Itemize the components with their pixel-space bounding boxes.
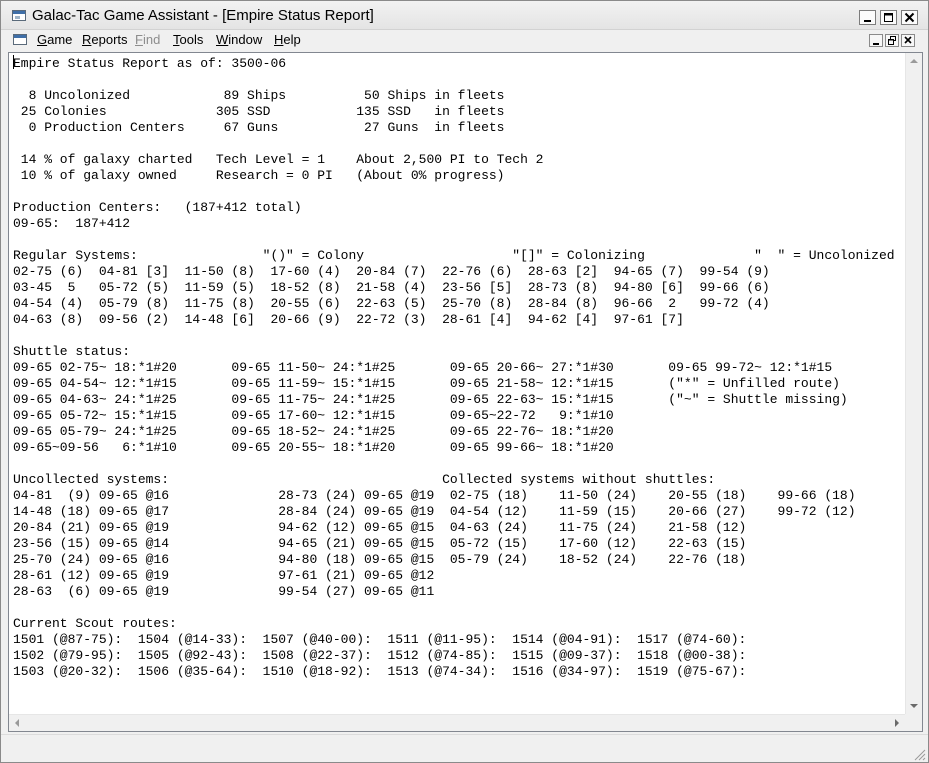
status-bar: [1, 734, 928, 762]
menu-reports[interactable]: Reports: [82, 32, 128, 47]
document-minimize-button[interactable]: [869, 34, 883, 47]
horizontal-scrollbar[interactable]: [9, 714, 905, 731]
report-line: 28-61 (12) 09-65 @19 97-61 (21) 09-65 @1…: [13, 568, 435, 583]
report-line: 0 Production Centers 67 Guns 27 Guns in …: [28, 120, 505, 135]
app-window: Galac-Tac Game Assistant - [Empire Statu…: [0, 0, 929, 763]
vertical-scrollbar[interactable]: [905, 53, 922, 714]
maximize-icon: [884, 13, 893, 22]
report-line: 04-81 (9) 09-65 @16 28-73 (24) 09-65 @19…: [13, 488, 856, 503]
report-line: 1501 (@87-75): 1504 (@14-33): 1507 (@40-…: [13, 632, 747, 647]
report-line: 25 Colonies 305 SSD 135 SSD in fleets: [20, 104, 505, 119]
restore-icon: [888, 36, 896, 45]
close-icon: [904, 36, 912, 44]
report-line: 8 Uncolonized 89 Ships 50 Ships in fleet…: [28, 88, 505, 103]
report-line: 04-54 (4) 05-79 (8) 11-75 (8) 20-55 (6) …: [13, 296, 770, 311]
arrow-up-icon[interactable]: [906, 53, 922, 69]
arrow-left-icon[interactable]: [9, 715, 25, 731]
document-window-icon[interactable]: [13, 34, 27, 45]
menu-help[interactable]: Help: [274, 32, 301, 47]
report-line: 09-65 04-63~ 24:*1#25 09-65 11-75~ 24:*1…: [13, 392, 848, 407]
close-button[interactable]: [901, 10, 918, 25]
minimize-icon: [864, 20, 871, 22]
scrollbar-corner: [905, 714, 922, 731]
document-restore-button[interactable]: [885, 34, 899, 47]
report-line: 09-65 05-72~ 15:*1#15 09-65 17-60~ 12:*1…: [13, 408, 614, 423]
title-bar[interactable]: Galac-Tac Game Assistant - [Empire Statu…: [1, 1, 928, 30]
window-title: Galac-Tac Game Assistant - [Empire Statu…: [32, 7, 374, 24]
report-line: Current Scout routes:: [13, 616, 177, 631]
report-line: 1502 (@79-95): 1505 (@92-43): 1508 (@22-…: [13, 648, 747, 663]
report-line: 1503 (@20-32): 1506 (@35-64): 1510 (@18-…: [13, 664, 747, 679]
report-document[interactable]: Empire Status Report as of: 3500-06 8 Un…: [8, 52, 923, 732]
menu-window[interactable]: Window: [216, 32, 262, 47]
resize-grip-icon[interactable]: [913, 748, 926, 761]
maximize-button[interactable]: [880, 10, 897, 25]
report-text-area[interactable]: Empire Status Report as of: 3500-06 8 Un…: [13, 55, 901, 715]
minimize-button[interactable]: [859, 10, 876, 25]
menu-game[interactable]: Game: [37, 32, 72, 47]
report-line: Regular Systems: "()" = Colony "[]" = Co…: [13, 248, 895, 263]
report-line: 09-65: 187+412: [13, 216, 131, 231]
report-line: Shuttle status:: [13, 344, 131, 359]
report-line: 09-65~09-56 6:*1#10 09-65 20-55~ 18:*1#2…: [13, 440, 614, 455]
report-text: Empire Status Report as of: 3500-06 8 Un…: [13, 55, 901, 680]
minimize-icon: [873, 43, 879, 45]
report-line: Production Centers: (187+412 total): [13, 200, 302, 215]
report-line: Uncollected systems: Collected systems w…: [13, 472, 716, 487]
report-line: 23-56 (15) 09-65 @14 94-65 (21) 09-65 @1…: [13, 536, 747, 551]
report-line: 03-45 5 05-72 (5) 11-59 (5) 18-52 (8) 21…: [13, 280, 770, 295]
report-line: 14 % of galaxy charted Tech Level = 1 Ab…: [20, 152, 544, 167]
report-line: 20-84 (21) 09-65 @19 94-62 (12) 09-65 @1…: [13, 520, 747, 535]
arrow-right-icon[interactable]: [889, 715, 905, 731]
report-line: 09-65 05-79~ 24:*1#25 09-65 18-52~ 24:*1…: [13, 424, 614, 439]
app-window-icon[interactable]: [12, 10, 26, 21]
document-close-button[interactable]: [901, 34, 915, 47]
menu-find[interactable]: Find: [135, 32, 160, 47]
report-line: 02-75 (6) 04-81 [3] 11-50 (8) 17-60 (4) …: [13, 264, 770, 279]
arrow-down-icon[interactable]: [906, 698, 922, 714]
report-line: 09-65 02-75~ 18:*1#20 09-65 11-50~ 24:*1…: [13, 360, 833, 375]
report-line: 25-70 (24) 09-65 @16 94-80 (18) 09-65 @1…: [13, 552, 747, 567]
report-line: 04-63 (8) 09-56 (2) 14-48 [6] 20-66 (9) …: [13, 312, 684, 327]
report-line: 28-63 (6) 09-65 @19 99-54 (27) 09-65 @11: [13, 584, 435, 599]
close-icon: [904, 12, 915, 23]
menu-tools[interactable]: Tools: [173, 32, 203, 47]
report-line: 09-65 04-54~ 12:*1#15 09-65 11-59~ 15:*1…: [13, 376, 840, 391]
report-line: Empire Status Report as of: 3500-06: [13, 56, 287, 71]
report-line: 14-48 (18) 09-65 @17 28-84 (24) 09-65 @1…: [13, 504, 856, 519]
report-line: 10 % of galaxy owned Research = 0 PI (Ab…: [20, 168, 505, 183]
menu-bar: Game Reports Find Tools Window Help: [1, 30, 928, 51]
